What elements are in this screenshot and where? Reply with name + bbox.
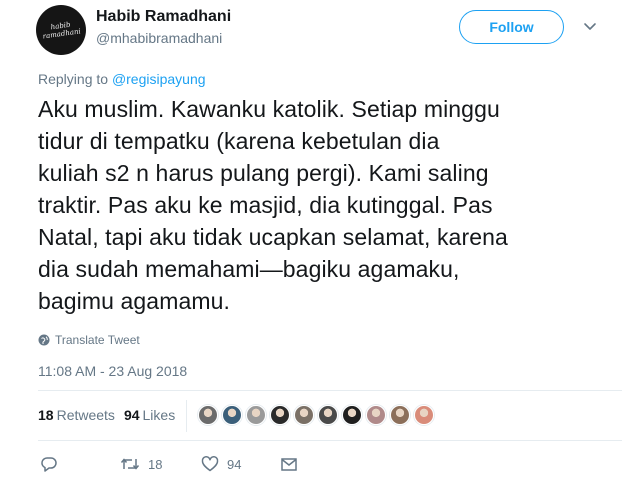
liker-avatar[interactable] bbox=[270, 405, 290, 425]
retweet-button[interactable]: 18 bbox=[120, 455, 162, 473]
liker-avatar[interactable] bbox=[366, 405, 386, 425]
chevron-down-icon[interactable] bbox=[582, 18, 598, 34]
like-button[interactable]: 94 bbox=[201, 455, 241, 473]
tweet-text: Aku muslim. Kawanku katolik. Setiap ming… bbox=[38, 96, 508, 314]
reply-context: Replying to @regisipayung bbox=[38, 71, 206, 87]
liker-avatar[interactable] bbox=[222, 405, 242, 425]
stats-divider bbox=[186, 400, 187, 432]
retweet-icon bbox=[120, 455, 140, 473]
like-count: 94 bbox=[227, 456, 242, 472]
retweets-stat[interactable]: 18 Retweets bbox=[38, 407, 115, 423]
liker-avatar[interactable] bbox=[294, 405, 314, 425]
reply-button[interactable] bbox=[40, 455, 58, 473]
author-name[interactable]: Habib Ramadhani bbox=[96, 8, 231, 26]
direct-message-button[interactable] bbox=[280, 455, 298, 473]
liker-avatar[interactable] bbox=[414, 405, 434, 425]
likes-stat[interactable]: 94 Likes bbox=[124, 407, 175, 423]
tweet-stats: 18 Retweets 94 Likes bbox=[38, 407, 175, 423]
reply-icon bbox=[40, 455, 58, 473]
divider bbox=[38, 390, 622, 391]
retweets-count: 18 bbox=[38, 407, 54, 423]
reply-context-prefix: Replying to bbox=[38, 71, 109, 87]
author-handle[interactable]: @mhabibramadhani bbox=[96, 30, 222, 46]
heart-icon bbox=[201, 455, 219, 473]
liker-avatar[interactable] bbox=[342, 405, 362, 425]
liker-avatar[interactable] bbox=[246, 405, 266, 425]
liker-avatar[interactable] bbox=[390, 405, 410, 425]
globe-icon bbox=[38, 334, 50, 346]
reply-mention-link[interactable]: @regisipayung bbox=[112, 71, 206, 87]
envelope-icon bbox=[280, 455, 298, 473]
liker-avatars bbox=[198, 405, 434, 425]
avatar[interactable]: habib ramadhani bbox=[36, 5, 86, 55]
likes-label: Likes bbox=[142, 407, 176, 423]
timestamp[interactable]: 11:08 AM - 23 Aug 2018 bbox=[38, 363, 187, 379]
likes-count: 94 bbox=[123, 407, 140, 423]
retweets-label: Retweets bbox=[56, 407, 115, 423]
liker-avatar[interactable] bbox=[318, 405, 338, 425]
divider bbox=[38, 440, 622, 441]
liker-avatar[interactable] bbox=[198, 405, 218, 425]
translate-label: Translate Tweet bbox=[55, 333, 140, 347]
retweet-count: 18 bbox=[148, 456, 163, 472]
avatar-logo: habib ramadhani bbox=[42, 20, 82, 41]
follow-button[interactable]: Follow bbox=[459, 10, 564, 44]
translate-tweet-link[interactable]: Translate Tweet bbox=[38, 333, 140, 347]
